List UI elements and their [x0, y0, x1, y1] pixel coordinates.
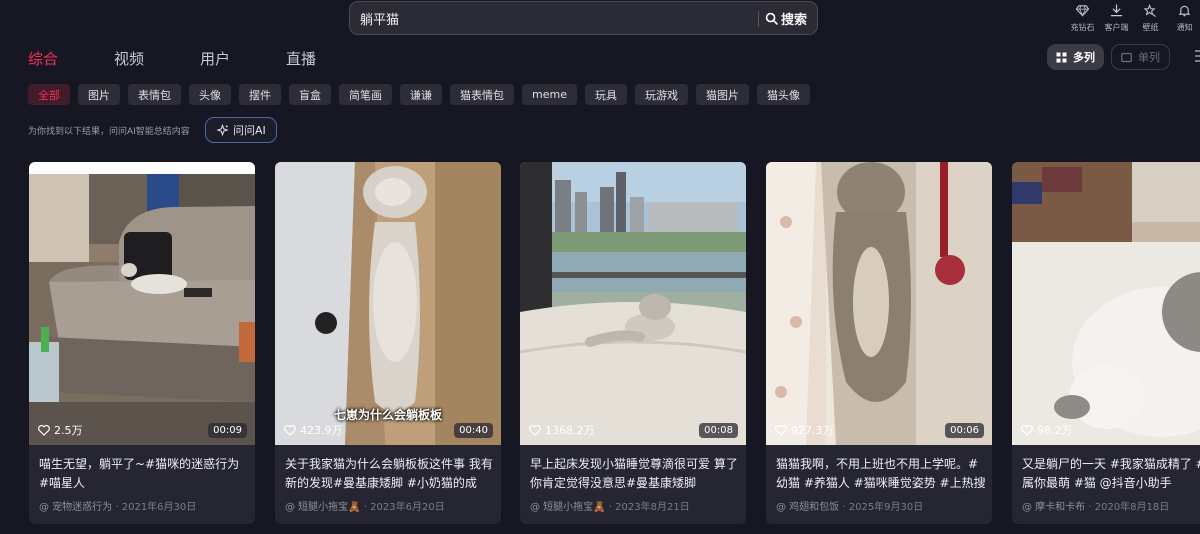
video-thumbnail: 2.5万 00:09	[29, 162, 255, 445]
video-meta: @ 宠物迷惑行为 · 2021年6月30日	[39, 498, 196, 513]
publish-date: · 2023年6月20日	[363, 502, 445, 513]
bell-icon	[1178, 5, 1191, 17]
chip-toys[interactable]: 玩具	[584, 84, 627, 105]
search-bar: 搜索	[349, 1, 818, 35]
like-count: 98.2万	[1021, 422, 1073, 438]
filter-chips: 全部 图片 表情包 头像 摆件 盲盒 简笔画 谦谦 猫表情包 meme 玩具 玩…	[28, 84, 810, 105]
chip-images[interactable]: 图片	[78, 84, 120, 105]
chip-meme[interactable]: meme	[522, 84, 577, 105]
heart-icon	[284, 424, 296, 436]
video-thumbnail: 1368.2万 00:08	[520, 162, 746, 445]
publish-date: · 2023年8月21日	[608, 502, 690, 513]
tab-video[interactable]: 视频	[114, 48, 144, 69]
chip-games[interactable]: 玩游戏	[634, 84, 688, 105]
video-card[interactable]: 927.3万 00:06 猫猫我啊，不用上班也不用上学呢。#幼猫 #养猫人 #猫…	[766, 162, 992, 524]
publish-date: · 2021年6月30日	[115, 502, 197, 513]
top-action-download[interactable]: 客户端	[1101, 2, 1132, 33]
top-action-notify[interactable]: 通知	[1169, 2, 1200, 33]
thumbnail-image	[29, 162, 255, 445]
heart-icon	[775, 424, 787, 436]
thumbnail-image	[1012, 162, 1200, 445]
filter-icon[interactable]	[1194, 49, 1200, 63]
grid-icon	[1056, 52, 1067, 62]
single-column-button[interactable]: 单列	[1111, 44, 1170, 70]
author-name[interactable]: @ 摩卡和卡布	[1022, 502, 1085, 513]
result-tabs: 综合 视频 用户 直播	[28, 48, 372, 69]
author-name[interactable]: @ 宠物迷惑行为	[39, 502, 112, 513]
video-title[interactable]: 喵生无望，躺平了~#猫咪的迷惑行为 #喵星人	[39, 455, 249, 493]
multi-column-button[interactable]: 多列	[1047, 44, 1104, 70]
search-button-label: 搜索	[781, 12, 808, 28]
video-meta: @ 短腿小拖宝🧸 · 2023年8月21日	[530, 498, 690, 513]
author-name[interactable]: @ 鸡翅和包饭	[776, 502, 839, 513]
download-icon	[1110, 4, 1123, 17]
search-divider	[758, 11, 759, 27]
like-count: 1368.2万	[529, 422, 595, 438]
video-card[interactable]: 98.2万 又是躺尸的一天 #我家猫成精了 #好口属你最萌 #猫 @抖音小助手 …	[1012, 162, 1200, 524]
heart-icon	[529, 424, 541, 436]
video-card[interactable]: 2.5万 00:09 喵生无望，躺平了~#猫咪的迷惑行为 #喵星人 @ 宠物迷惑…	[29, 162, 255, 524]
chip-stickers[interactable]: 表情包	[128, 84, 181, 105]
chip-cat-stickers[interactable]: 猫表情包	[450, 84, 514, 105]
tab-all[interactable]: 综合	[28, 48, 58, 69]
ai-sparkle-icon	[216, 123, 229, 136]
tab-users[interactable]: 用户	[200, 48, 230, 69]
search-input[interactable]	[360, 2, 750, 34]
top-action-diamond[interactable]: 充钻石	[1067, 2, 1098, 33]
like-count: 423.9万	[284, 422, 343, 438]
diamond-icon	[1076, 5, 1089, 17]
publish-date: · 2025年9月30日	[842, 502, 924, 513]
video-duration: 00:08	[699, 423, 738, 438]
chip-blindbox[interactable]: 盲盒	[289, 84, 331, 105]
heart-icon	[38, 424, 50, 436]
video-duration: 00:40	[454, 423, 493, 438]
video-card[interactable]: 1368.2万 00:08 早上起床发现小猫睡觉尊滴很可爱 算了你肯定觉得没意思…	[520, 162, 746, 524]
chip-qianqian[interactable]: 谦谦	[400, 84, 442, 105]
video-meta: @ 摩卡和卡布 · 2020年8月18日	[1022, 498, 1169, 513]
ask-ai-button[interactable]: 问问AI	[205, 117, 277, 143]
publish-date: · 2020年8月18日	[1088, 502, 1170, 513]
view-toggle: 多列 单列	[1047, 44, 1170, 70]
chip-avatar[interactable]: 头像	[189, 84, 231, 105]
author-name[interactable]: @ 短腿小拖宝🧸	[530, 502, 606, 513]
tab-live[interactable]: 直播	[286, 48, 316, 69]
results-hint: 为你找到以下结果，问问AI智能总结内容	[28, 127, 190, 137]
video-duration: 00:06	[945, 423, 984, 438]
like-count: 927.3万	[775, 422, 834, 438]
thumbnail-image	[520, 162, 746, 445]
chip-all[interactable]: 全部	[28, 84, 70, 105]
video-overlay-caption: 七崽为什么会躺板板	[333, 408, 442, 422]
video-title[interactable]: 又是躺尸的一天 #我家猫成精了 #好口属你最萌 #猫 @抖音小助手	[1022, 455, 1200, 493]
video-title[interactable]: 早上起床发现小猫睡觉尊滴很可爱 算了你肯定觉得没意思#曼基康矮脚	[530, 455, 740, 493]
chip-sketch[interactable]: 简笔画	[339, 84, 392, 105]
search-icon	[765, 12, 778, 25]
wallpaper-icon	[1144, 4, 1156, 17]
single-column-icon	[1121, 52, 1132, 62]
chip-cat-avatar[interactable]: 猫头像	[756, 84, 810, 105]
video-thumbnail: 98.2万	[1012, 162, 1200, 445]
video-thumbnail: 七崽为什么会躺板板 423.9万 00:40	[275, 162, 501, 445]
video-card[interactable]: 七崽为什么会躺板板 423.9万 00:40 关于我家猫为什么会躺板板这件事 我…	[275, 162, 501, 524]
author-name[interactable]: @ 短腿小拖宝🧸	[285, 502, 361, 513]
video-meta: @ 短腿小拖宝🧸 · 2023年6月20日	[285, 498, 445, 513]
top-actions: 充钻石 客户端 壁纸 通知	[1064, 2, 1200, 33]
heart-icon	[1021, 424, 1033, 436]
like-count: 2.5万	[38, 422, 83, 438]
video-title[interactable]: 关于我家猫为什么会躺板板这件事 我有新的发现#曼基康矮脚 #小奶猫的成长…	[285, 455, 495, 493]
video-duration: 00:09	[208, 423, 247, 438]
video-title[interactable]: 猫猫我啊，不用上班也不用上学呢。#幼猫 #养猫人 #猫咪睡觉姿势 #上热搜 …	[776, 455, 986, 493]
thumbnail-image	[766, 162, 992, 445]
search-button[interactable]: 搜索	[765, 2, 817, 34]
chip-ornament[interactable]: 摆件	[239, 84, 281, 105]
chip-cat-pictures[interactable]: 猫图片	[695, 84, 749, 105]
video-meta: @ 鸡翅和包饭 · 2025年9月30日	[776, 498, 923, 513]
top-action-wallpaper[interactable]: 壁纸	[1135, 2, 1166, 33]
video-thumbnail: 927.3万 00:06	[766, 162, 992, 445]
thumbnail-image	[275, 162, 501, 445]
